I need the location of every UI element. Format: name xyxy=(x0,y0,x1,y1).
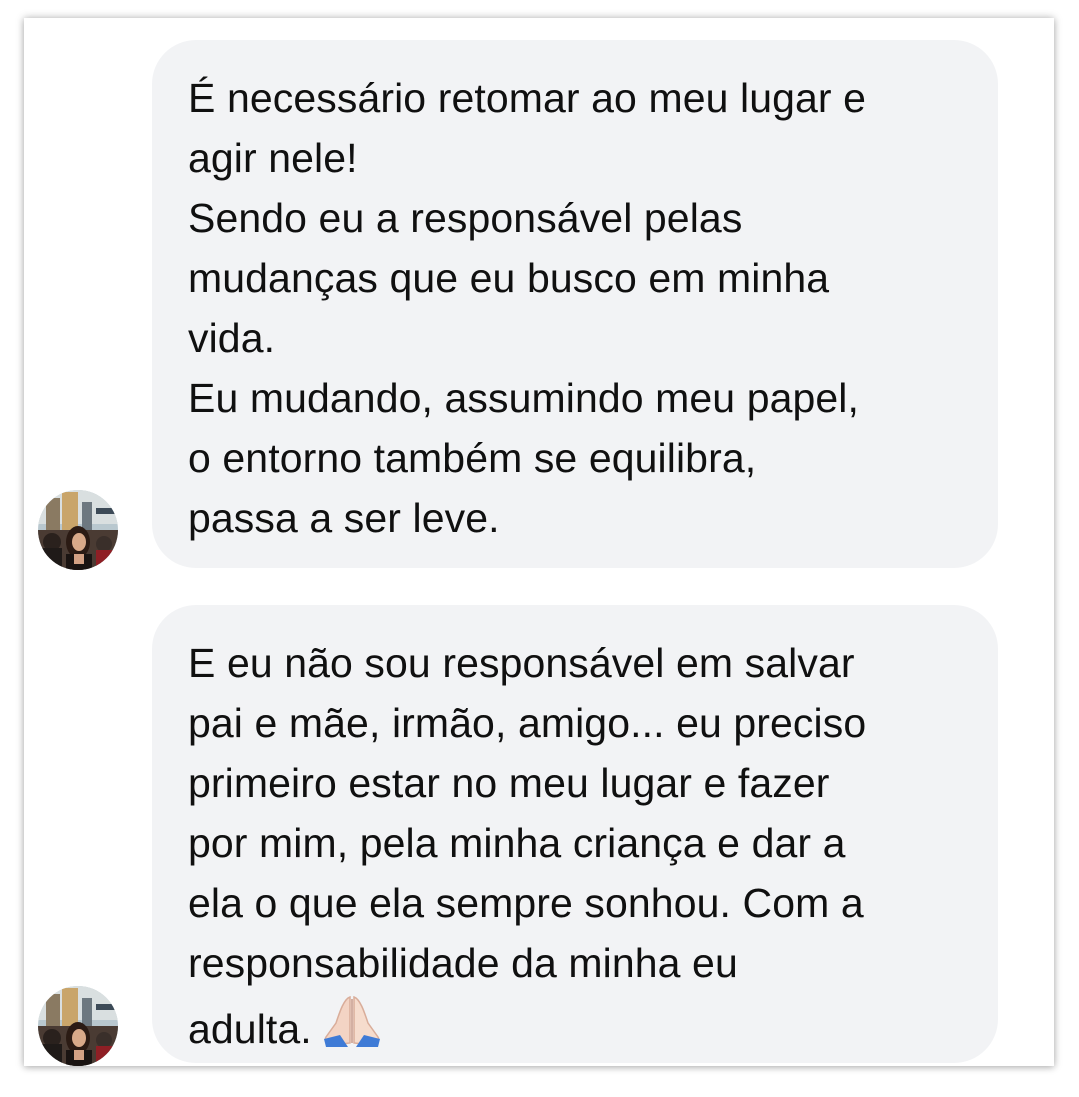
folded-hands-icon xyxy=(322,993,382,1065)
message-paragraph: Sendo eu a responsável pelas mudanças qu… xyxy=(188,195,830,361)
avatar-photo-icon xyxy=(38,490,118,570)
avatar[interactable] xyxy=(38,986,118,1066)
avatar-photo-icon xyxy=(38,986,118,1066)
avatar[interactable] xyxy=(38,490,118,570)
message-paragraph: Eu mudando, assumindo meu papel, o entor… xyxy=(188,375,860,541)
message-bubble[interactable]: E eu não sou responsável em salvar pai e… xyxy=(152,605,998,1063)
message-text: E eu não sou responsável em salvar pai e… xyxy=(188,640,867,1052)
message-paragraph: E eu não sou responsável em salvar pai e… xyxy=(188,633,968,1065)
message-bubble[interactable]: É necessário retomar ao meu lugar e agir… xyxy=(152,40,998,568)
message-paragraph: É necessário retomar ao meu lugar e agir… xyxy=(188,75,867,181)
chat-window: É necessário retomar ao meu lugar e agir… xyxy=(24,18,1054,1066)
